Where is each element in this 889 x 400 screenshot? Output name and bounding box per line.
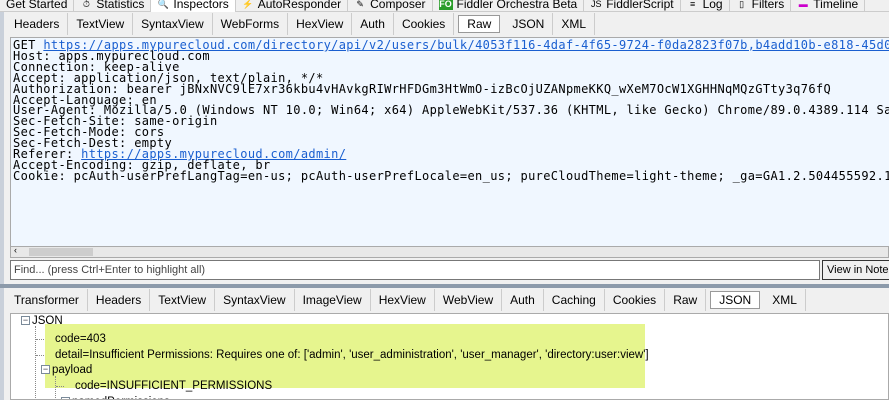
tree-node-payload[interactable]: − payload (41, 362, 92, 378)
tab-webforms[interactable]: WebForms (213, 13, 289, 35)
stopwatch-icon: ⏱ (82, 0, 90, 9)
tab-hexview[interactable]: HexView (288, 13, 353, 35)
tree-node-named-permissions[interactable]: −namedPermissions (61, 394, 170, 399)
view-in-notepad-button[interactable]: View in Notepad (822, 260, 889, 280)
script-icon: JS (590, 0, 602, 9)
node-label: namedPermissions (72, 396, 170, 399)
scroll-left-icon[interactable]: ‹ (14, 245, 17, 255)
tree-node-json[interactable]: − JSON (21, 314, 63, 329)
tab-label: AutoResponder (257, 0, 342, 11)
top-tab-statistics[interactable]: ⏱ Statistics (74, 0, 152, 12)
tab-syntaxview[interactable]: SyntaxView (133, 13, 213, 35)
request-headers: Host: apps.mypurecloud.com Connection: k… (13, 48, 889, 151)
window-edge (0, 0, 4, 400)
top-tab-timeline[interactable]: ▬ Timeline (791, 0, 866, 12)
top-tab-autoresponder[interactable]: ⚡ AutoResponder (236, 0, 349, 12)
collapse-icon[interactable]: − (41, 365, 50, 375)
request-inspector-tabs: Headers TextView SyntaxView WebForms HexView… (6, 12, 889, 36)
tab-label: Get Started (6, 0, 68, 11)
tab-headers[interactable]: Headers (6, 13, 69, 35)
top-tab-inspectors[interactable]: 🔍 Inspectors (151, 0, 236, 12)
tab-label: Log (702, 0, 723, 11)
request-headers-cont: Accept-Encoding: gzip, deflate, br Cooki… (13, 157, 889, 183)
pencil-icon: ✎ (356, 0, 364, 9)
tab-label: Statistics (96, 0, 145, 11)
node-label: payload (52, 364, 93, 376)
tab-hexview[interactable]: HexView (371, 289, 435, 311)
tab-xml[interactable]: XML (553, 13, 596, 35)
json-tree-view[interactable]: − JSON code=403 detail=Insufficient Permi… (10, 313, 889, 400)
tab-json[interactable]: JSON (504, 13, 554, 35)
find-input[interactable]: Find... (press Ctrl+Enter to highlight a… (10, 260, 820, 280)
tab-transformer[interactable]: Transformer (6, 289, 88, 311)
horizontal-scrollbar[interactable]: ‹ (10, 245, 889, 258)
tab-label: Inspectors (173, 0, 229, 11)
tab-auth[interactable]: Auth (502, 289, 544, 311)
tab-xml[interactable]: XML (764, 289, 806, 311)
tab-cookies[interactable]: Cookies (394, 13, 455, 35)
node-label: JSON (32, 315, 63, 327)
top-tab-get-started[interactable]: Get Started (0, 0, 75, 12)
tab-label: Timeline (813, 0, 859, 11)
tab-imageview[interactable]: ImageView (295, 289, 371, 311)
filter-icon: ▯ (739, 0, 745, 9)
fo-icon: FO (438, 0, 453, 10)
top-tab-filters[interactable]: ▯ Filters (730, 0, 792, 12)
top-tab-fiddlerscript[interactable]: JS FiddlerScript (584, 0, 681, 12)
log-icon: ≡ (689, 0, 696, 9)
tab-textview[interactable]: TextView (150, 289, 216, 311)
top-tab-log[interactable]: ≡ Log (681, 0, 730, 12)
tree-node-code[interactable]: code=403 (55, 331, 106, 347)
tree-node-payload-code[interactable]: code=INSUFFICIENT_PERMISSIONS (75, 378, 272, 394)
top-tab-bar: Get Started ⏱ Statistics 🔍 Inspectors ⚡ AutoRe… (0, 0, 889, 12)
tab-cookies[interactable]: Cookies (605, 289, 666, 311)
tab-raw[interactable]: Raw (665, 289, 707, 311)
tab-json[interactable]: JSON (710, 291, 761, 309)
collapse-icon[interactable]: − (21, 316, 30, 326)
tab-label: Fiddler Orchestra Beta (456, 0, 578, 11)
tab-label: FiddlerScript (606, 0, 674, 11)
magnifier-icon: 🔍 (157, 0, 169, 9)
tab-label: Composer (370, 0, 426, 11)
top-tab-composer[interactable]: ✎ Composer (348, 0, 433, 12)
tab-textview[interactable]: TextView (68, 13, 134, 35)
raw-request-view[interactable]: GET https://apps.mypurecloud.com/directo… (10, 37, 889, 247)
top-tab-fiddler-orchestra-beta[interactable]: FO Fiddler Orchestra Beta (433, 0, 585, 12)
tab-raw[interactable]: Raw (458, 15, 501, 33)
tab-syntaxview[interactable]: SyntaxView (215, 289, 295, 311)
response-inspector-tabs: Transformer Headers TextView SyntaxView Imag… (6, 288, 889, 312)
tab-auth[interactable]: Auth (352, 13, 394, 35)
tab-caching[interactable]: Caching (544, 289, 605, 311)
tab-label: Filters (751, 0, 785, 11)
tree-node-detail[interactable]: detail=Insufficient Permissions: Require… (55, 347, 649, 363)
tab-webview[interactable]: WebView (435, 289, 503, 311)
tab-headers[interactable]: Headers (88, 289, 151, 311)
scrollbar-thumb[interactable] (29, 248, 93, 256)
timeline-icon: ▬ (798, 0, 808, 9)
lightning-icon: ⚡ (242, 0, 254, 9)
